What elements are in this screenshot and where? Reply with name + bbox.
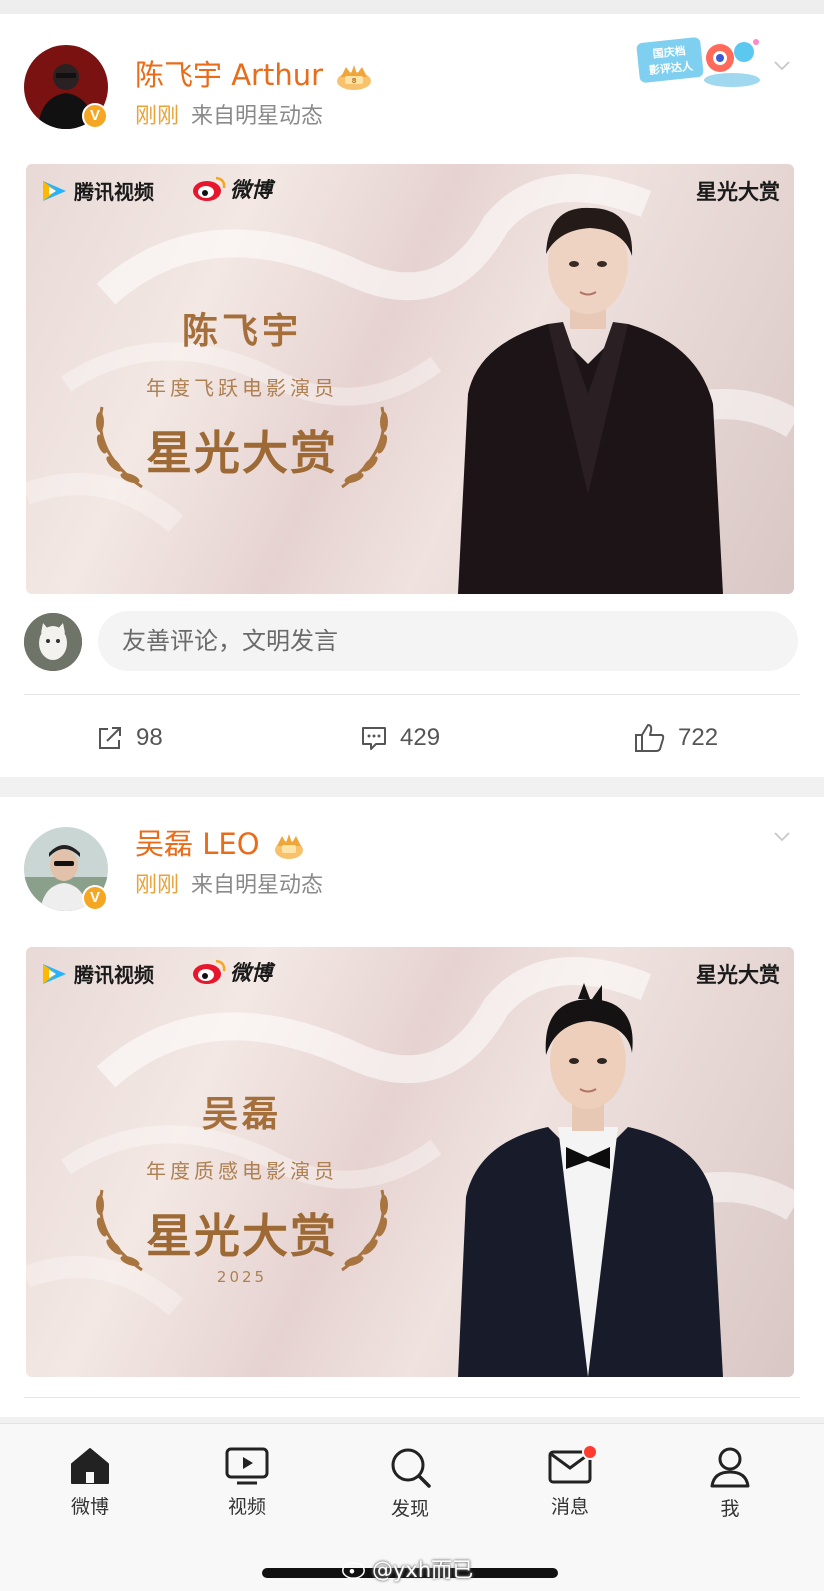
notification-dot <box>582 1444 598 1460</box>
svg-text:8: 8 <box>352 77 357 85</box>
tab-discover[interactable]: 发现 <box>360 1446 460 1521</box>
post-meta: 刚刚 来自明星动态 <box>135 867 323 899</box>
laurel-right-icon <box>341 1189 388 1272</box>
weibo-text: 微博 <box>230 178 272 202</box>
tencent-video-text: 腾讯视频 <box>74 180 154 204</box>
repost-count: 98 <box>136 724 163 751</box>
activity-sticker[interactable]: 国庆档 影评达人 <box>636 34 762 92</box>
like-count: 722 <box>678 724 719 751</box>
weibo-icon <box>193 176 226 201</box>
award-banner[interactable]: 腾讯视频 微博 星光大赏 吴磊 年度质感电影演员 星光大赏 2025 <box>26 947 794 1377</box>
actor-photo <box>458 983 723 1377</box>
award-banner[interactable]: 腾讯视频 微博 星光大赏 陈飞宇 年度飞跃电影演员 星光大赏 <box>26 164 794 594</box>
watermark-text: @yxh而已 <box>372 1558 474 1582</box>
award-category: 年度飞跃电影演员 <box>146 376 338 400</box>
comment-button[interactable]: 429 <box>360 708 440 768</box>
verified-badge: V <box>82 103 108 129</box>
video-icon <box>225 1447 269 1485</box>
weibo-watermark-icon <box>342 1562 365 1579</box>
weibo-logo: 微博 <box>192 174 272 204</box>
top-strip <box>0 0 824 14</box>
verified-badge: V <box>82 885 108 911</box>
tencent-video-icon <box>43 180 66 201</box>
crown-icon <box>274 834 303 859</box>
weibo-icon <box>193 959 226 984</box>
tab-video[interactable]: 视频 <box>197 1446 297 1519</box>
tencent-video-logo: 腾讯视频 <box>40 176 154 205</box>
award-category: 年度质感电影演员 <box>146 1159 338 1183</box>
post-time: 刚刚 <box>135 104 180 129</box>
laurel-left-icon <box>96 1189 143 1272</box>
chevron-down-icon[interactable] <box>774 58 790 74</box>
feed-post[interactable]: V 陈飞宇 Arthur 8 刚刚 来自明星动态 国庆档 影评达人 腾讯视频 微… <box>0 14 824 777</box>
divider <box>24 1397 800 1398</box>
tab-label: 微博 <box>70 1496 109 1518</box>
home-icon <box>71 1448 109 1484</box>
comment-count: 429 <box>400 724 441 751</box>
post-time: 刚刚 <box>135 873 180 898</box>
post-meta: 刚刚 来自明星动态 <box>135 98 323 130</box>
tab-messages[interactable]: 消息 <box>520 1444 620 1519</box>
like-button[interactable]: 722 <box>634 708 718 768</box>
tab-label: 视频 <box>227 1496 266 1518</box>
comment-input[interactable]: 友善评论，文明发言 <box>98 611 798 671</box>
action-bar: 98 429 722 <box>0 708 824 768</box>
repost-button[interactable]: 98 <box>96 708 163 768</box>
post-source: 来自明星动态 <box>191 104 324 129</box>
weibo-text: 微博 <box>230 961 272 985</box>
tencent-video-icon <box>43 963 66 984</box>
author-name-text: 吴磊 LEO <box>135 827 260 861</box>
feed-post[interactable]: V 吴磊 LEO 刚刚 来自明星动态 腾讯视频 微博 星光大赏 吴磊 年度质感电… <box>0 797 824 1417</box>
bottom-tab-bar: 微博 视频 发现 消息 我 @yxh而已 <box>0 1423 824 1591</box>
divider <box>24 694 800 695</box>
share-icon <box>99 727 121 749</box>
award-star-name: 吴磊 <box>201 1094 282 1135</box>
tab-label: 我 <box>720 1498 740 1520</box>
profile-icon <box>710 1447 750 1488</box>
crown-icon: 8 <box>337 65 372 90</box>
tab-weibo[interactable]: 微博 <box>40 1446 140 1519</box>
tab-label: 消息 <box>550 1496 589 1518</box>
thumbs-up-icon <box>635 724 665 752</box>
tab-me[interactable]: 我 <box>680 1446 780 1521</box>
chevron-down-icon[interactable] <box>774 829 790 845</box>
laurel-left-icon <box>96 406 143 489</box>
comment-row: 友善评论，文明发言 <box>24 611 800 673</box>
actor-photo <box>458 207 723 594</box>
author-name[interactable]: 吴磊 LEO <box>135 821 305 863</box>
weibo-logo: 微博 <box>192 957 272 987</box>
current-user-avatar[interactable] <box>24 613 82 671</box>
comment-icon <box>362 727 386 750</box>
author-name[interactable]: 陈飞宇 Arthur 8 <box>135 52 372 94</box>
award-star-name: 陈飞宇 <box>181 311 302 352</box>
tab-label: 发现 <box>390 1498 429 1520</box>
tencent-video-logo: 腾讯视频 <box>40 959 154 988</box>
laurel-right-icon <box>341 406 388 489</box>
tencent-video-text: 腾讯视频 <box>74 963 154 987</box>
post-source: 来自明星动态 <box>191 873 324 898</box>
search-icon <box>391 1448 431 1488</box>
author-name-text: 陈飞宇 Arthur <box>135 58 324 92</box>
watermark: @yxh而已 <box>342 1554 473 1584</box>
